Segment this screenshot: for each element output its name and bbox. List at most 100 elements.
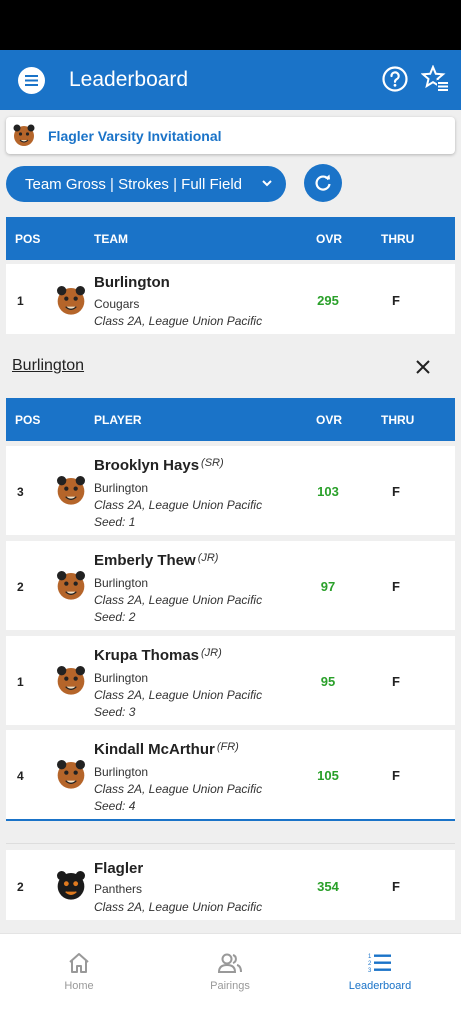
svg-text:3: 3 <box>368 968 372 974</box>
thru-column-header: THRU <box>381 232 415 246</box>
player-position: 3 <box>17 485 24 499</box>
player-seed: Seed: 4 <box>94 799 136 813</box>
player-seed: Seed: 1 <box>94 515 136 529</box>
player-name-text: Emberly Thew <box>94 552 196 569</box>
view-filter-dropdown[interactable]: Team Gross | Strokes | Full Field <box>6 166 286 202</box>
player-league: Class 2A, League Union Pacific <box>94 688 263 702</box>
player-league: Class 2A, League Union Pacific <box>94 782 263 796</box>
team-score: 295 <box>317 293 339 308</box>
thru-column-header: THRU <box>381 413 415 427</box>
player-seed: Seed: 2 <box>94 610 136 624</box>
nav-home-label: Home <box>64 980 94 992</box>
player-column-header: PLAYER <box>94 413 142 427</box>
chevron-down-icon <box>262 180 272 187</box>
team-row[interactable]: 1 Burlington Cougars Class 2A, League Un… <box>6 264 455 334</box>
player-class: (JR) <box>197 552 219 564</box>
close-button[interactable] <box>412 356 434 378</box>
player-position: 4 <box>17 769 24 783</box>
pos-column-header: POS <box>15 413 41 427</box>
help-button[interactable] <box>381 65 409 93</box>
nav-leaderboard-label: Leaderboard <box>348 980 412 992</box>
player-score: 105 <box>317 768 339 783</box>
hamburger-icon <box>25 75 38 86</box>
selected-team-title[interactable]: Burlington <box>12 357 84 375</box>
player-school: Burlington <box>94 765 149 779</box>
player-thru: F <box>392 768 400 783</box>
team-league: Class 2A, League Union Pacific <box>94 314 263 328</box>
favorites-button[interactable] <box>420 64 449 93</box>
player-row[interactable]: 4 Kindall McArthur (FR) Burlington Class … <box>6 730 455 819</box>
ranked-list-icon: 123 <box>368 954 391 974</box>
player-name: Emberly Thew (JR) <box>94 552 218 569</box>
player-row[interactable]: 1 Krupa Thomas (JR) Burlington Class 2A, … <box>6 636 455 725</box>
player-name: Kindall McArthur (FR) <box>94 741 239 758</box>
event-title: Flagler Varsity Invitational <box>48 128 222 144</box>
player-thru: F <box>392 484 400 499</box>
player-seed: Seed: 3 <box>94 705 136 719</box>
panther-logo-icon <box>57 871 85 900</box>
nav-pairings[interactable]: Pairings <box>180 952 280 992</box>
team-thru: F <box>392 293 400 308</box>
player-school: Burlington <box>94 576 149 590</box>
people-icon <box>217 953 242 973</box>
player-class: (JR) <box>201 647 222 659</box>
svg-text:1: 1 <box>368 954 372 960</box>
team-column-header: TEAM <box>94 232 128 246</box>
nav-home[interactable]: Home <box>29 952 129 992</box>
team-name: Burlington <box>94 274 170 291</box>
player-thru: F <box>392 674 400 689</box>
player-thru: F <box>392 579 400 594</box>
event-card[interactable]: Flagler Varsity Invitational <box>6 117 455 154</box>
status-bar <box>0 0 461 50</box>
player-school: Burlington <box>94 481 149 495</box>
team-table-header: POS TEAM OVR THRU <box>6 217 455 260</box>
team-name: Flagler <box>94 860 144 877</box>
player-name-text: Krupa Thomas <box>94 647 200 664</box>
cougar-logo-icon <box>13 124 35 146</box>
player-class: (SR) <box>201 457 224 469</box>
player-name-text: Brooklyn Hays <box>94 457 200 474</box>
home-icon <box>69 953 89 973</box>
player-school: Burlington <box>94 671 149 685</box>
team-thru: F <box>392 879 400 894</box>
player-name: Brooklyn Hays (SR) <box>94 457 224 474</box>
team-score: 354 <box>317 879 339 894</box>
cougar-logo-icon <box>57 476 85 505</box>
refresh-icon <box>315 174 331 191</box>
player-name: Krupa Thomas (JR) <box>94 647 222 664</box>
team-mascot: Cougars <box>94 297 140 311</box>
player-position: 2 <box>17 580 24 594</box>
cougar-logo-icon <box>57 571 85 600</box>
player-row[interactable]: 2 Emberly Thew (JR) Burlington Class 2A, … <box>6 541 455 630</box>
close-icon <box>416 360 430 374</box>
player-row[interactable]: 3 Brooklyn Hays (SR) Burlington Class 2A,… <box>6 446 455 535</box>
team-row[interactable]: 2 Flagler Panthers Class 2A, League Unio… <box>6 850 455 920</box>
bottom-navigation: Home Pairings 123 Leaderboard <box>0 933 461 1024</box>
team-league: Class 2A, League Union Pacific <box>94 900 263 914</box>
help-icon <box>382 66 408 92</box>
team-position: 1 <box>17 294 24 308</box>
team-mascot: Panthers <box>94 882 143 896</box>
player-score: 97 <box>320 579 336 594</box>
player-class: (FR) <box>216 741 239 753</box>
player-score: 95 <box>320 674 336 689</box>
cougar-logo-icon <box>57 286 85 315</box>
pos-column-header: POS <box>15 232 41 246</box>
menu-button[interactable] <box>18 67 45 94</box>
app-bar: Leaderboard <box>0 50 461 110</box>
cougar-logo-icon <box>57 760 85 789</box>
ovr-column-header: OVR <box>316 232 343 246</box>
filter-label: Team Gross | Strokes | Full Field <box>25 176 243 193</box>
player-name-text: Kindall McArthur <box>94 741 215 758</box>
svg-text:2: 2 <box>368 961 372 967</box>
refresh-button[interactable] <box>304 164 342 202</box>
cougar-logo-icon <box>57 666 85 695</box>
player-league: Class 2A, League Union Pacific <box>94 498 263 512</box>
player-position: 1 <box>17 675 24 689</box>
star-list-icon <box>420 64 448 91</box>
ovr-column-header: OVR <box>316 413 343 427</box>
section-end-divider <box>6 819 455 821</box>
player-table-header: POS PLAYER OVR THRU <box>6 398 455 441</box>
page-title: Leaderboard <box>69 68 189 91</box>
nav-leaderboard[interactable]: 123 Leaderboard <box>330 952 430 992</box>
